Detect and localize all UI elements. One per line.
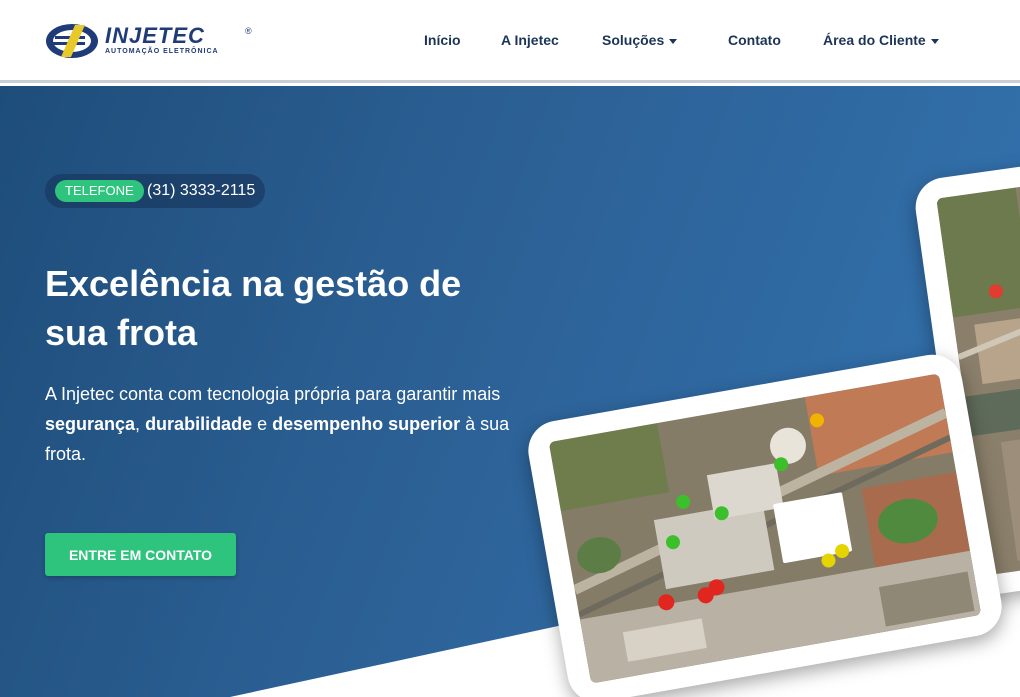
nav-item-solucoes[interactable]: Soluções [602,32,678,48]
satellite-map-front [548,373,982,684]
logo-wordmark: INJETEC [105,23,205,48]
desc-text: , [135,414,146,434]
chevron-down-icon [930,38,939,44]
desc-bold-desempenho: desempenho superior [272,414,461,434]
nav-item-a-injetec[interactable]: A Injetec [501,32,559,48]
contact-cta-button[interactable]: ENTRE EM CONTATO [45,533,236,576]
nav-label: Área do Cliente [823,32,926,48]
desc-bold-durabilidade: durabilidade [145,414,253,434]
nav-label: A Injetec [501,32,559,48]
logo-mark-icon [46,24,98,58]
hero-section: TELEFONE (31) 3333-2115 Excelência na ge… [0,86,1020,697]
desc-text: A Injetec conta com tecnologia própria p… [45,384,501,404]
registered-mark: ® [245,26,252,36]
nav-item-inicio[interactable]: Início [424,32,461,48]
nav-label: Soluções [602,32,665,48]
phone-pill[interactable]: TELEFONE (31) 3333-2115 [45,174,265,208]
headline-line-1: Excelência na gestão de [45,263,462,304]
injetec-logo[interactable]: INJETEC ® AUTOMAÇÃO ELETRÔNICA [45,21,255,61]
nav-item-area-do-cliente[interactable]: Área do Cliente [823,32,939,48]
nav-label: Início [424,32,461,48]
nav-item-contato[interactable]: Contato [728,32,781,48]
desc-text: e [252,414,273,434]
logo-tagline: AUTOMAÇÃO ELETRÔNICA [105,48,219,55]
hero-description: A Injetec conta com tecnologia própria p… [45,379,515,469]
nav-label: Contato [728,32,781,48]
phone-number: (31) 3333-2115 [147,182,256,199]
site-header: INJETEC ® AUTOMAÇÃO ELETRÔNICA Início A … [0,0,1020,83]
phone-badge: TELEFONE [55,180,144,202]
headline-line-2: sua frota [45,312,198,353]
hero-headline: Excelência na gestão de sua frota [45,259,525,357]
chevron-down-icon [669,38,678,44]
map-screen-front [548,373,982,684]
desc-bold-seguranca: segurança [45,414,136,434]
